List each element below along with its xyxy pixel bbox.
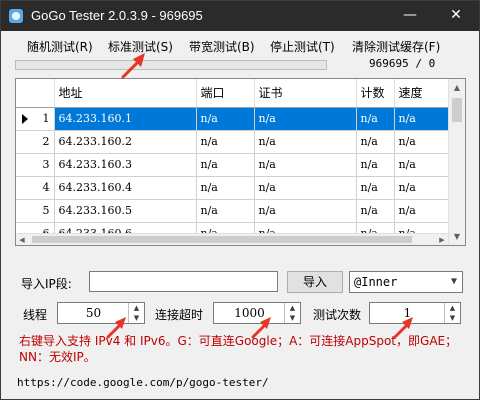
decrement-icon[interactable]: ▼ (445, 313, 460, 323)
stop-test-button[interactable]: 停止测试(T) (264, 36, 341, 58)
close-button[interactable]: ✕ (433, 1, 479, 31)
timeout-stepper[interactable]: 1000 ▲ ▼ (213, 302, 301, 324)
project-url[interactable]: https://code.google.com/p/gogo-tester/ (17, 376, 269, 389)
speed-cell[interactable]: n/a (394, 199, 449, 223)
increment-icon[interactable]: ▲ (285, 303, 300, 313)
port-cell[interactable]: n/a (196, 176, 255, 200)
progress-count: 969695 / 0 (369, 57, 436, 70)
address-cell[interactable]: 64.233.160.2 (54, 130, 197, 154)
table-header: 地址 端口 证书 计数 速度 (16, 79, 449, 108)
row-header[interactable]: 3 (16, 153, 55, 177)
import-button[interactable]: 导入 (287, 271, 343, 293)
app-window: GoGo Tester 2.0.3.9 - 969695 — ✕ 随机测试(R)… (0, 0, 480, 400)
standard-test-button[interactable]: 标准测试(S) (102, 36, 179, 58)
tries-spin-buttons[interactable]: ▲ ▼ (444, 303, 460, 323)
minimize-button[interactable]: — (387, 1, 433, 31)
bandwidth-test-button[interactable]: 带宽测试(B) (183, 36, 261, 58)
vertical-scrollbar[interactable]: ▲ ▼ (448, 79, 465, 245)
column-header-count[interactable]: 计数 (356, 79, 395, 108)
table-row[interactable]: 2 64.233.160.2 n/a n/a n/a n/a (16, 130, 449, 154)
decrement-icon[interactable]: ▼ (285, 313, 300, 323)
port-cell[interactable]: n/a (196, 153, 255, 177)
scroll-down-icon[interactable]: ▼ (449, 228, 465, 245)
horizontal-scrollbar[interactable]: ◀ ▶ (16, 233, 448, 245)
title-bar: GoGo Tester 2.0.3.9 - 969695 — ✕ (1, 1, 479, 31)
row-header[interactable]: 5 (16, 199, 55, 223)
cert-cell[interactable]: n/a (254, 176, 357, 200)
timeout-spin-buttons[interactable]: ▲ ▼ (284, 303, 300, 323)
cert-cell[interactable]: n/a (254, 130, 357, 154)
threads-label: 线程 (23, 308, 48, 322)
ip-source-select[interactable]: @Inner ▼ (349, 271, 463, 293)
tries-stepper[interactable]: 1 ▲ ▼ (369, 302, 461, 324)
threads-stepper[interactable]: 50 ▲ ▼ (57, 302, 145, 324)
address-cell[interactable]: 64.233.160.5 (54, 199, 197, 223)
cert-cell[interactable]: n/a (254, 199, 357, 223)
column-header-cert[interactable]: 证书 (254, 79, 357, 108)
count-cell[interactable]: n/a (356, 107, 395, 131)
row-header[interactable]: 4 (16, 176, 55, 200)
increment-icon[interactable]: ▲ (445, 303, 460, 313)
count-cell[interactable]: n/a (356, 176, 395, 200)
column-header-speed[interactable]: 速度 (394, 79, 449, 108)
ip-table: 地址 端口 证书 计数 速度 1 64.233.160.1 n/a n/a n/… (15, 78, 466, 246)
tries-label: 测试次数 (313, 308, 362, 322)
address-cell[interactable]: 64.233.160.3 (54, 153, 197, 177)
port-cell[interactable]: n/a (196, 107, 255, 131)
ip-source-value: @Inner (354, 275, 398, 289)
app-icon (9, 9, 23, 23)
table-row[interactable]: 3 64.233.160.3 n/a n/a n/a n/a (16, 153, 449, 177)
column-header-address[interactable]: 地址 (54, 79, 197, 108)
threads-spin-buttons[interactable]: ▲ ▼ (128, 303, 144, 323)
table-row[interactable]: 4 64.233.160.4 n/a n/a n/a n/a (16, 176, 449, 200)
row-number: 1 (42, 112, 50, 125)
current-row-icon (22, 113, 28, 124)
count-cell[interactable]: n/a (356, 130, 395, 154)
table-row[interactable]: 1 64.233.160.1 n/a n/a n/a n/a (16, 107, 449, 131)
random-test-button[interactable]: 随机测试(R) (21, 36, 99, 58)
cert-cell[interactable]: n/a (254, 153, 357, 177)
scroll-up-icon[interactable]: ▲ (449, 79, 465, 96)
speed-cell[interactable]: n/a (394, 107, 449, 131)
decrement-icon[interactable]: ▼ (129, 313, 144, 323)
chevron-down-icon: ▼ (450, 276, 457, 287)
row-header[interactable]: 1 (16, 107, 55, 131)
scroll-left-icon[interactable]: ◀ (16, 234, 28, 245)
timeout-value[interactable]: 1000 (214, 303, 285, 323)
progress-bar (15, 60, 327, 70)
scroll-thumb-horizontal[interactable] (32, 236, 412, 243)
scroll-thumb[interactable] (452, 98, 462, 122)
tries-value[interactable]: 1 (370, 303, 445, 323)
clear-cache-button[interactable]: 清除测试缓存(F) (346, 36, 446, 58)
address-cell[interactable]: 64.233.160.4 (54, 176, 197, 200)
timeout-label: 连接超时 (155, 308, 204, 322)
speed-cell[interactable]: n/a (394, 153, 449, 177)
port-cell[interactable]: n/a (196, 130, 255, 154)
cert-cell[interactable]: n/a (254, 107, 357, 131)
window-title: GoGo Tester 2.0.3.9 - 969695 (31, 8, 203, 23)
speed-cell[interactable]: n/a (394, 176, 449, 200)
column-header-port[interactable]: 端口 (196, 79, 255, 108)
count-cell[interactable]: n/a (356, 153, 395, 177)
address-cell[interactable]: 64.233.160.1 (54, 107, 197, 131)
threads-value[interactable]: 50 (58, 303, 129, 323)
table-row[interactable]: 5 64.233.160.5 n/a n/a n/a n/a (16, 199, 449, 223)
column-header[interactable] (16, 79, 55, 108)
import-ip-input[interactable] (89, 271, 278, 292)
help-hint: 右键导入支持 IPv4 和 IPv6。G：可直连Google；A：可连接AppS… (19, 334, 458, 364)
count-cell[interactable]: n/a (356, 199, 395, 223)
increment-icon[interactable]: ▲ (129, 303, 144, 313)
port-cell[interactable]: n/a (196, 199, 255, 223)
row-header[interactable]: 2 (16, 130, 55, 154)
import-ip-label: 导入IP段: (21, 277, 72, 291)
scroll-right-icon[interactable]: ▶ (436, 234, 448, 245)
speed-cell[interactable]: n/a (394, 130, 449, 154)
